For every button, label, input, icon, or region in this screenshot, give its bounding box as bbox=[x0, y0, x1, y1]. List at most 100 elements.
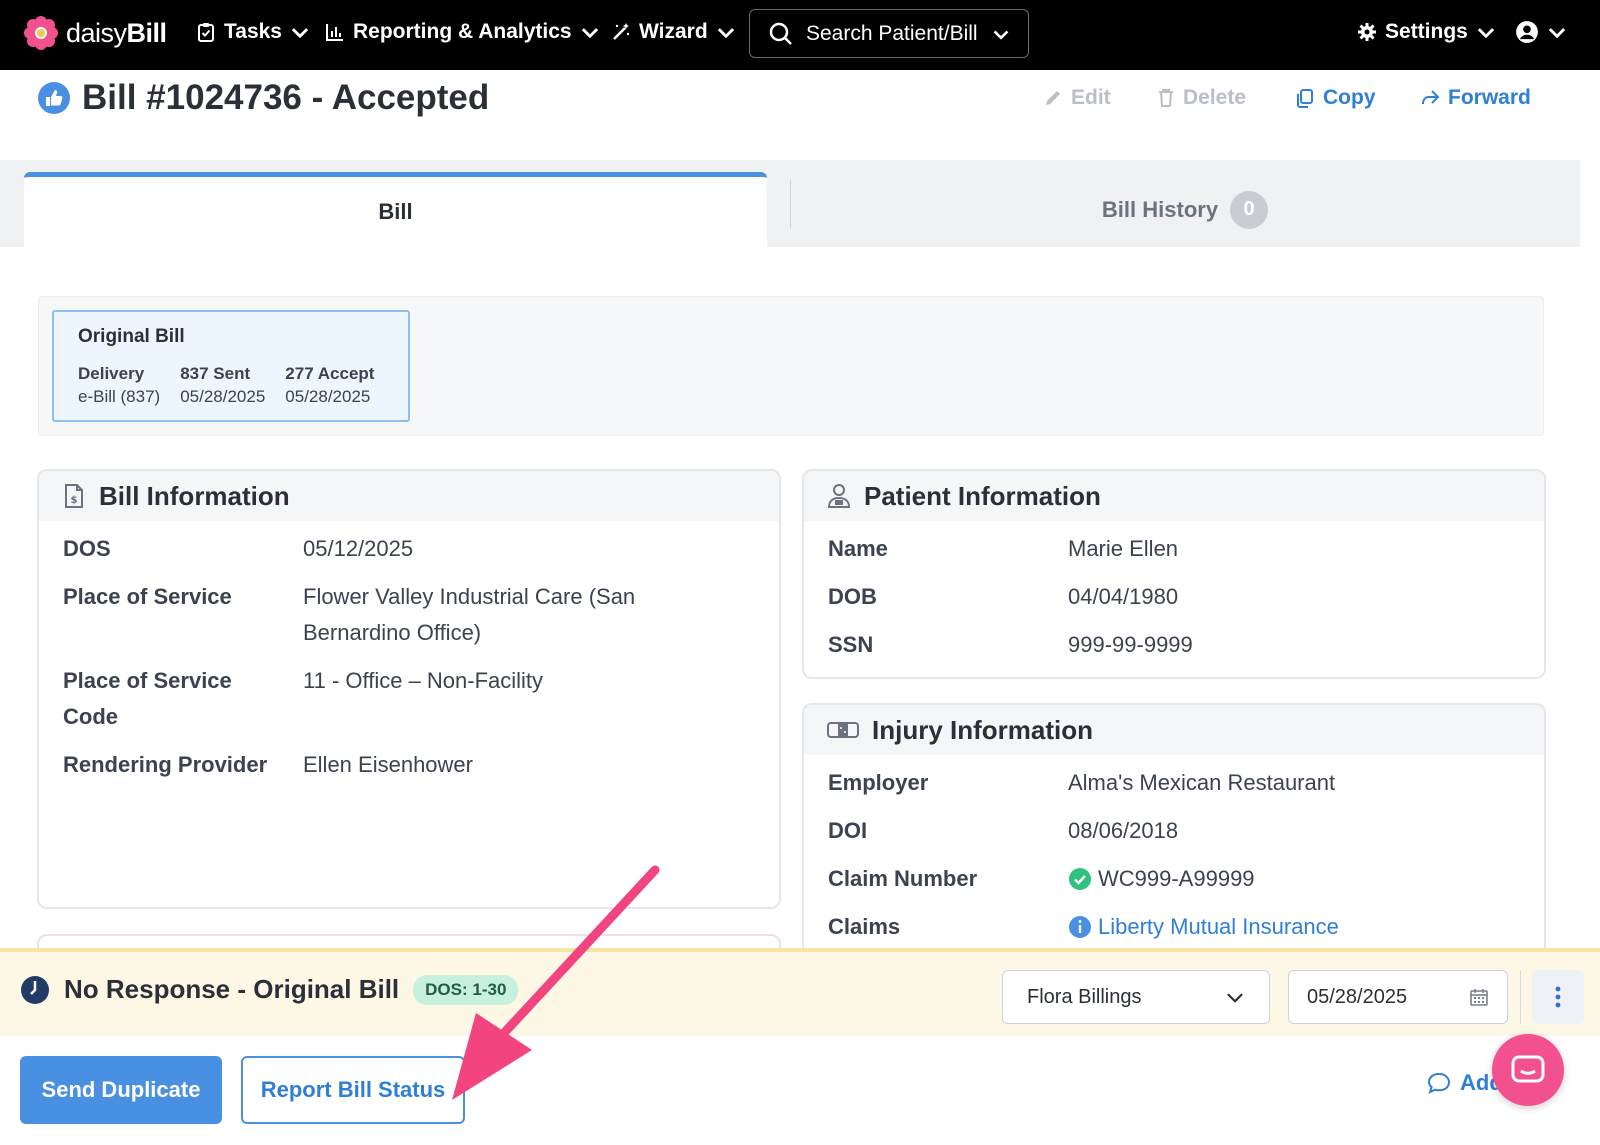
logo-text: daisyBill bbox=[66, 17, 167, 48]
verified-check-icon bbox=[1069, 868, 1091, 890]
report-bill-status-button[interactable]: Report Bill Status bbox=[241, 1056, 465, 1124]
clock-icon bbox=[21, 975, 49, 1004]
nav-wizard[interactable]: Wizard bbox=[611, 20, 736, 44]
svg-text:$: $ bbox=[71, 495, 78, 506]
vertical-ellipsis-icon bbox=[1555, 986, 1561, 1008]
status-text: No Response - Original Bill bbox=[64, 974, 400, 1004]
place-of-service-code-label: Place of Service bbox=[63, 668, 232, 693]
bill-history-count-badge: 0 bbox=[1230, 190, 1269, 229]
bill-information-header: $ Bill Information bbox=[39, 471, 779, 521]
claim-number-label: Claim Number bbox=[828, 866, 978, 891]
place-of-service-code-value: 11 - Office – Non-Facility bbox=[303, 668, 544, 693]
calendar-icon bbox=[1470, 989, 1488, 1006]
bill-title-row: Bill #1024736 - Accepted bbox=[38, 78, 489, 118]
ssn-label: SSN bbox=[828, 632, 874, 657]
chevron-down-icon bbox=[1477, 28, 1494, 39]
nav-tasks-label: Tasks bbox=[224, 20, 282, 43]
ssn-value: 999-99-9999 bbox=[1068, 632, 1193, 657]
tab-bill-history-label: Bill History bbox=[1101, 196, 1219, 222]
rendering-provider-label: Rendering Provider bbox=[63, 752, 268, 777]
injury-information-title: Injury Information bbox=[872, 714, 1093, 745]
nav-settings[interactable]: Settings bbox=[1357, 20, 1496, 44]
daisybill-logo[interactable]: daisyBill bbox=[24, 16, 167, 50]
rendering-provider-value: Ellen Eisenhower bbox=[303, 752, 473, 777]
place-of-service-value-cont: Bernardino Office) bbox=[303, 620, 482, 645]
trash-icon bbox=[1159, 89, 1173, 107]
dos-label: DOS bbox=[63, 536, 111, 561]
original-bill-title: Original Bill bbox=[78, 326, 185, 347]
place-of-service-label: Place of Service bbox=[63, 584, 232, 609]
clipboard-check-icon bbox=[198, 23, 214, 42]
edit-label: Edit bbox=[1071, 86, 1111, 109]
forward-button[interactable]: Forward bbox=[1420, 86, 1531, 110]
claims-label: Claims bbox=[828, 914, 901, 939]
follow-up-date-input[interactable]: 05/28/2025 bbox=[1288, 970, 1508, 1024]
doi-value: 08/06/2018 bbox=[1068, 818, 1179, 843]
nav-settings-label: Settings bbox=[1385, 20, 1468, 43]
support-chat-button[interactable] bbox=[1492, 1034, 1564, 1106]
magic-wand-icon bbox=[613, 23, 630, 40]
report-bill-status-label: Report Bill Status bbox=[260, 1077, 446, 1102]
send-duplicate-button[interactable]: Send Duplicate bbox=[20, 1056, 222, 1124]
bill-information-title: Bill Information bbox=[99, 480, 290, 511]
bill-information-panel: $ Bill Information DOS 05/12/2025 Place … bbox=[37, 469, 781, 909]
bill-status-bar: No Response - Original Bill DOS: 1-30 Fl… bbox=[0, 948, 1600, 1036]
chevron-down-icon bbox=[993, 30, 1009, 40]
top-navigation-bar: daisyBill Tasks Reporting & Analytics Wi… bbox=[0, 0, 1600, 70]
bottom-action-area: Send Duplicate Report Bill Status Add No… bbox=[0, 1036, 1600, 1145]
dos-badge: DOS: 1-30 bbox=[413, 974, 519, 1005]
status-title: No Response - Original Bill DOS: 1-30 bbox=[20, 974, 519, 1005]
assignee-value: Flora Billings bbox=[1027, 985, 1142, 1008]
accept-column: 277 Accept 05/28/2025 bbox=[285, 364, 374, 407]
nav-tasks[interactable]: Tasks bbox=[196, 20, 310, 44]
send-duplicate-label: Send Duplicate bbox=[41, 1077, 201, 1102]
injury-information-header: Injury Information bbox=[804, 705, 1544, 755]
user-menu[interactable] bbox=[1515, 20, 1567, 44]
place-of-service-value: Flower Valley Industrial Care (San bbox=[303, 584, 636, 609]
copy-button[interactable]: Copy bbox=[1295, 86, 1376, 110]
delivery-value: e-Bill (837) bbox=[78, 387, 161, 406]
edit-button[interactable]: Edit bbox=[1043, 86, 1111, 110]
original-bill-card[interactable]: Original Bill Delivery e-Bill (837) 837 … bbox=[52, 310, 410, 422]
more-options-button[interactable] bbox=[1532, 970, 1584, 1024]
speech-bubble-icon bbox=[1427, 1072, 1451, 1094]
patient-information-title: Patient Information bbox=[864, 480, 1101, 511]
tab-bill[interactable]: Bill bbox=[24, 172, 767, 247]
tab-bill-history[interactable]: Bill History 0 bbox=[790, 172, 1580, 247]
page-title: Bill #1024736 - Accepted bbox=[82, 78, 490, 117]
sent-value: 05/28/2025 bbox=[180, 387, 266, 406]
claims-administrator-link[interactable]: Liberty Mutual Insurance bbox=[1068, 909, 1339, 945]
delete-button[interactable]: Delete bbox=[1157, 86, 1246, 110]
forward-label: Forward bbox=[1448, 86, 1531, 109]
chart-icon bbox=[326, 24, 343, 41]
claims-administrator-name: Liberty Mutual Insurance bbox=[1098, 914, 1339, 939]
chevron-down-icon bbox=[1548, 28, 1566, 39]
info-icon bbox=[1069, 916, 1091, 938]
nav-reporting[interactable]: Reporting & Analytics bbox=[325, 20, 600, 44]
chevron-down-icon bbox=[581, 28, 598, 39]
patient-information-header: Patient Information bbox=[804, 471, 1544, 521]
chevron-down-icon bbox=[291, 28, 309, 39]
name-label: Name bbox=[828, 536, 888, 561]
search-patient-bill-dropdown[interactable]: Search Patient/Bill bbox=[749, 9, 1029, 58]
delete-label: Delete bbox=[1183, 86, 1247, 109]
assignee-select[interactable]: Flora Billings bbox=[1002, 970, 1270, 1024]
status-bar-divider bbox=[1520, 970, 1521, 1024]
share-forward-icon bbox=[1422, 90, 1440, 105]
search-label: Search Patient/Bill bbox=[806, 21, 978, 45]
follow-up-date-value: 05/28/2025 bbox=[1307, 985, 1408, 1008]
bandage-icon bbox=[827, 722, 859, 738]
copy-icon bbox=[1297, 89, 1313, 108]
chevron-down-icon bbox=[1227, 993, 1243, 1003]
patient-icon bbox=[827, 484, 851, 508]
invoice-dollar-icon: $ bbox=[65, 484, 83, 508]
injury-information-panel: Injury Information Employer Alma's Mexic… bbox=[802, 703, 1546, 963]
dos-value: 05/12/2025 bbox=[303, 536, 414, 561]
chevron-down-icon bbox=[717, 28, 734, 39]
delivery-label: Delivery bbox=[78, 364, 145, 383]
chat-icon bbox=[1511, 1055, 1545, 1083]
delivery-column: Delivery e-Bill (837) bbox=[78, 364, 160, 407]
gear-icon bbox=[1358, 23, 1376, 41]
name-value: Marie Ellen bbox=[1068, 536, 1179, 561]
accept-label: 277 Accept bbox=[285, 364, 375, 383]
